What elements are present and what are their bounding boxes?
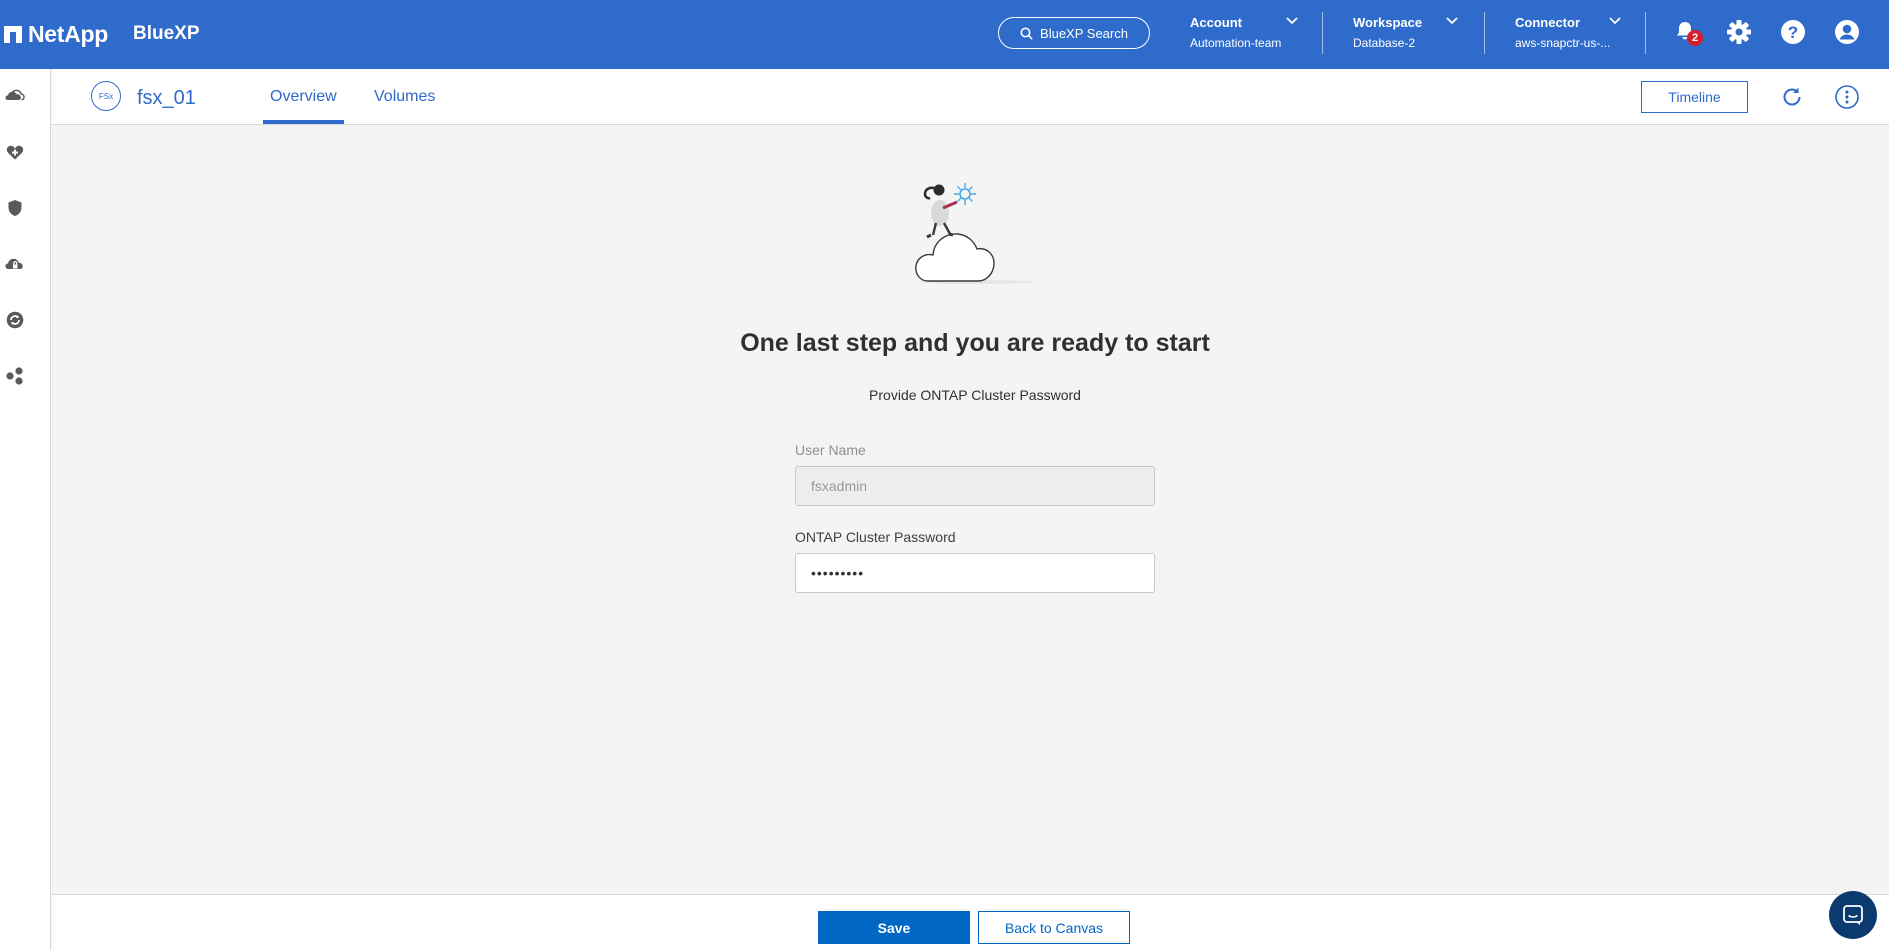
search-button[interactable]: BlueXP Search	[998, 17, 1150, 49]
topbar-divider	[1645, 12, 1646, 54]
sidebar-item-governance[interactable]	[5, 254, 27, 276]
back-to-canvas-button[interactable]: Back to Canvas	[978, 911, 1130, 944]
password-field[interactable]	[795, 553, 1155, 593]
sidebar-item-extensions[interactable]	[5, 366, 27, 388]
help-button[interactable]: ?	[1780, 19, 1808, 47]
notification-badge: 2	[1687, 30, 1703, 46]
page-subheading: Provide ONTAP Cluster Password	[869, 387, 1081, 403]
connector-selector[interactable]: Connector aws-snapctr-us-...	[1515, 14, 1625, 54]
workspace-value: Database-2	[1353, 36, 1416, 50]
search-label: BlueXP Search	[1040, 25, 1128, 41]
refresh-button[interactable]	[1779, 84, 1805, 110]
chat-button[interactable]	[1829, 891, 1877, 939]
left-sidebar	[0, 69, 51, 950]
chevron-down-icon	[1609, 17, 1621, 25]
workspace-selector[interactable]: Workspace Database-2	[1353, 14, 1463, 54]
username-field[interactable]	[795, 466, 1155, 506]
timeline-button[interactable]: Timeline	[1641, 81, 1748, 113]
action-footer: Save Back to Canvas	[52, 894, 1889, 950]
chevron-down-icon	[1286, 17, 1298, 25]
settings-button[interactable]	[1726, 19, 1754, 47]
shield-icon	[8, 200, 22, 216]
search-icon	[1020, 27, 1033, 40]
onboarding-illustration	[900, 168, 1050, 288]
cloud-lock-icon	[5, 258, 23, 269]
tab-overview[interactable]: Overview	[270, 87, 337, 107]
save-button[interactable]: Save	[818, 911, 970, 944]
sidebar-item-protection[interactable]	[5, 198, 27, 220]
environment-header: FSx fsx_01 Overview Volumes Timeline	[52, 69, 1889, 125]
fsx-icon: FSx	[91, 81, 121, 111]
netapp-logo-icon	[4, 26, 22, 43]
refresh-icon	[1783, 87, 1801, 106]
more-options-button[interactable]	[1834, 84, 1860, 110]
connector-value: aws-snapctr-us-...	[1515, 36, 1611, 50]
tab-volumes[interactable]: Volumes	[374, 87, 435, 107]
account-label: Account	[1190, 15, 1242, 30]
top-bar: NetApp BlueXP BlueXP Search Account Auto…	[0, 0, 1889, 69]
topbar-divider	[1484, 12, 1485, 54]
sidebar-item-health[interactable]	[5, 142, 27, 164]
chevron-down-icon	[1446, 17, 1458, 25]
username-label: User Name	[795, 442, 866, 458]
password-label: ONTAP Cluster Password	[795, 529, 956, 545]
active-tab-indicator	[263, 120, 344, 124]
user-menu-button[interactable]	[1834, 19, 1862, 47]
brand-name: NetApp	[28, 20, 108, 47]
sidebar-item-storage[interactable]	[5, 86, 27, 108]
page-heading: One last step and you are ready to start	[740, 329, 1210, 357]
health-icon	[6, 145, 24, 160]
notifications-button[interactable]: 2	[1673, 19, 1703, 47]
account-value: Automation-team	[1190, 36, 1282, 50]
svg-text:?: ?	[1788, 23, 1798, 42]
chat-icon	[1843, 905, 1863, 925]
more-vertical-icon	[1835, 85, 1859, 109]
help-icon: ?	[1781, 20, 1805, 44]
sync-icon	[6, 311, 24, 329]
topbar-divider	[1322, 12, 1323, 54]
storage-icon	[5, 89, 25, 101]
netapp-logo[interactable]: NetApp	[4, 20, 108, 48]
user-icon	[1835, 20, 1859, 44]
extensions-icon	[6, 367, 23, 385]
account-selector[interactable]: Account Automation-team	[1190, 14, 1300, 54]
product-name: BlueXP	[133, 23, 200, 44]
sidebar-item-mobility[interactable]	[5, 310, 27, 332]
environment-name: fsx_01	[137, 87, 196, 109]
gear-icon	[1727, 20, 1751, 44]
person-on-cloud-illustration	[915, 183, 1034, 284]
